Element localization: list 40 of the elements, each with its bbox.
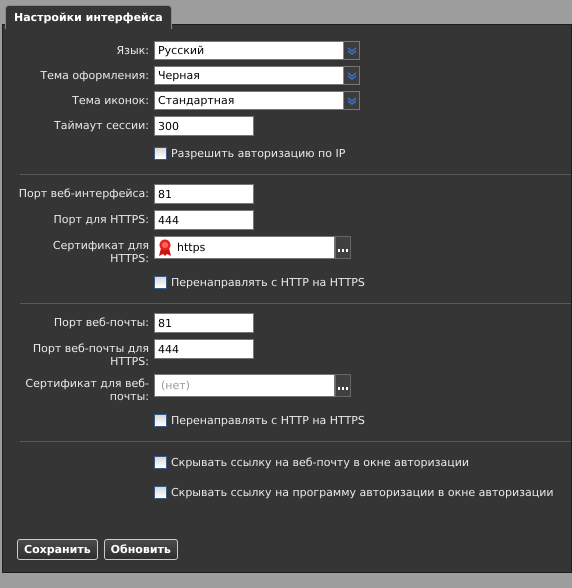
- input-field[interactable]: 444: [154, 339, 254, 359]
- field-label: Тема иконок:: [71, 93, 149, 107]
- field-label: Порт веб-интерфейса:: [18, 186, 149, 200]
- field-label: Язык:: [115, 43, 149, 57]
- checkbox[interactable]: [154, 456, 167, 469]
- field-label: Сертификат для веб-почты:: [24, 376, 149, 403]
- field-label: Тема оформления:: [39, 68, 149, 82]
- field-label: Порт веб-почты:: [52, 315, 149, 329]
- input-field[interactable]: 81: [154, 313, 254, 333]
- tab[interactable]: Настройки интерфейса: [5, 5, 172, 29]
- dropdown[interactable]: Стандартная: [154, 91, 360, 110]
- input-field[interactable]: 444: [154, 210, 254, 230]
- ribbon-icon: [158, 238, 172, 256]
- more-icon: [338, 387, 348, 391]
- field-label: Порт для HTTPS:: [52, 212, 149, 226]
- action-button[interactable]: Сохранить: [17, 539, 98, 560]
- field-label: Сертификат для HTTPS:: [52, 238, 149, 265]
- input-field[interactable]: 81: [154, 184, 254, 204]
- checkbox-label[interactable]: Разрешить авторизацию по IP: [171, 147, 346, 160]
- more-icon: [338, 249, 348, 253]
- checkbox-label[interactable]: Перенаправлять с HTTP на HTTPS: [171, 414, 365, 427]
- input-field[interactable]: 300: [154, 116, 254, 136]
- checkbox-label[interactable]: Скрывать ссылку на веб-почту в окне авторизации: [171, 456, 470, 469]
- checkbox[interactable]: [154, 147, 167, 160]
- certificate-field[interactable]: https: [154, 236, 335, 259]
- chevron-down-icon: [346, 96, 356, 104]
- dropdown[interactable]: Черная: [154, 66, 360, 85]
- checkbox[interactable]: [154, 414, 167, 427]
- chevron-down-icon: [346, 46, 356, 54]
- chevron-down-icon: [346, 72, 356, 80]
- browse-button[interactable]: [335, 374, 351, 397]
- browse-button[interactable]: [335, 236, 351, 259]
- dropdown[interactable]: Русский: [154, 41, 360, 60]
- checkbox-label[interactable]: Скрывать ссылку на программу авторизации в окне авторизации: [171, 486, 554, 499]
- action-button[interactable]: Обновить: [104, 539, 178, 560]
- checkbox-label[interactable]: Перенаправлять с HTTP на HTTPS: [171, 276, 365, 289]
- checkbox[interactable]: [154, 276, 167, 289]
- field-label: Порт веб-почты для HTTPS:: [32, 341, 149, 368]
- checkbox[interactable]: [154, 486, 167, 499]
- field-label: Таймаут сессии:: [53, 118, 149, 132]
